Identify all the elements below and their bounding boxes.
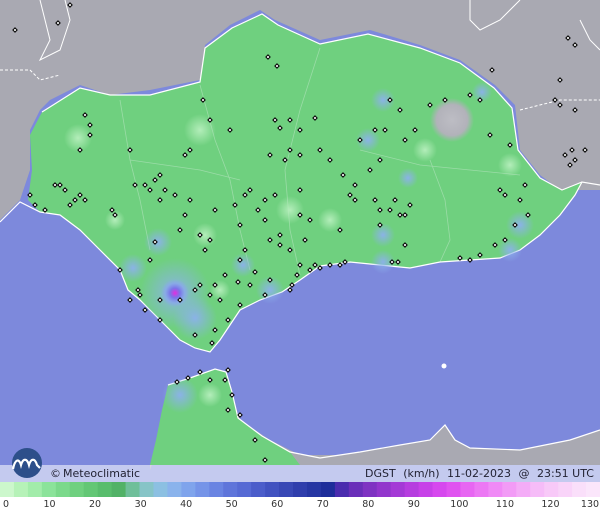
brand-label: © Meteoclimatic bbox=[50, 467, 140, 480]
scale-swatch bbox=[362, 482, 378, 497]
map-date: 11-02-2023 bbox=[447, 467, 511, 480]
scale-tick-label: 80 bbox=[362, 499, 375, 510]
scale-swatch bbox=[265, 482, 280, 497]
scale-swatch bbox=[572, 482, 587, 497]
scale-swatch bbox=[13, 482, 29, 497]
scale-swatch bbox=[223, 482, 238, 497]
scale-swatch bbox=[83, 482, 99, 497]
alboran-island bbox=[441, 363, 447, 369]
scale-swatch bbox=[348, 482, 364, 497]
scale-tick-label: 120 bbox=[541, 499, 560, 510]
scale-swatch bbox=[376, 482, 392, 497]
gust-map bbox=[0, 0, 600, 517]
scale-swatch bbox=[41, 482, 57, 497]
scale-swatch bbox=[125, 482, 141, 497]
scale-swatch bbox=[195, 482, 210, 497]
scale-swatch bbox=[334, 482, 350, 497]
map-time: 23:51 UTC bbox=[536, 467, 594, 480]
scale-swatch bbox=[27, 482, 43, 497]
scale-swatch bbox=[558, 482, 573, 497]
scale-tick-label: 90 bbox=[407, 499, 420, 510]
scale-tick-label: 130 bbox=[580, 499, 600, 510]
scale-tick-label: 30 bbox=[134, 499, 147, 510]
color-scale-bar bbox=[0, 482, 600, 497]
map-status: DGST (km/h) 11-02-2023 @ 23:51 UTC bbox=[361, 467, 594, 480]
scale-tick-label: 70 bbox=[316, 499, 329, 510]
copyright-symbol: © bbox=[50, 467, 61, 480]
scale-swatch bbox=[446, 482, 462, 497]
scale-swatch bbox=[474, 482, 489, 497]
scale-swatch bbox=[97, 482, 113, 497]
map-canvas bbox=[0, 0, 600, 517]
scale-swatch bbox=[139, 482, 155, 497]
scale-swatch bbox=[293, 482, 308, 497]
scale-swatch bbox=[306, 482, 322, 497]
scale-swatch bbox=[209, 482, 224, 497]
scale-swatch bbox=[237, 482, 252, 497]
scale-tick-label: 100 bbox=[450, 499, 469, 510]
scale-swatch bbox=[69, 482, 85, 497]
color-scale bbox=[0, 482, 600, 497]
scale-swatch bbox=[111, 482, 127, 497]
scale-tick-label: 40 bbox=[180, 499, 193, 510]
scale-swatch bbox=[0, 482, 15, 497]
scale-tick-label: 110 bbox=[495, 499, 514, 510]
scale-tick-label: 0 bbox=[2, 499, 10, 510]
scale-swatch bbox=[432, 482, 448, 497]
scale-tick-label: 10 bbox=[43, 499, 56, 510]
meteoclimatic-logo bbox=[11, 448, 42, 478]
variable-unit: (km/h) bbox=[403, 467, 440, 480]
scale-swatch bbox=[181, 482, 196, 497]
scale-swatch bbox=[251, 482, 266, 497]
scale-tick-label: 50 bbox=[225, 499, 238, 510]
variable-name: DGST bbox=[364, 467, 396, 480]
scale-swatch bbox=[516, 482, 531, 497]
scale-swatch bbox=[390, 482, 406, 497]
scale-swatch bbox=[279, 482, 294, 497]
scale-tick-label: 20 bbox=[89, 499, 102, 510]
scale-swatch bbox=[167, 482, 182, 497]
scale-swatch bbox=[55, 482, 71, 497]
scale-swatch bbox=[586, 482, 600, 497]
scale-swatch bbox=[460, 482, 476, 497]
scale-tick-label: 60 bbox=[271, 499, 284, 510]
scale-swatch bbox=[320, 482, 336, 497]
at-symbol: @ bbox=[518, 467, 530, 480]
scale-swatch bbox=[502, 482, 517, 497]
scale-swatch bbox=[418, 482, 434, 497]
color-scale-ticks: 0 10 20 30 40 50 60 70 80 90 100 110 120 130 bbox=[0, 497, 600, 517]
scale-swatch bbox=[404, 482, 420, 497]
scale-swatch bbox=[530, 482, 545, 497]
scale-swatch bbox=[488, 482, 503, 497]
scale-swatch bbox=[544, 482, 559, 497]
brand-name: Meteoclimatic bbox=[63, 467, 141, 480]
scale-swatch bbox=[153, 482, 169, 497]
